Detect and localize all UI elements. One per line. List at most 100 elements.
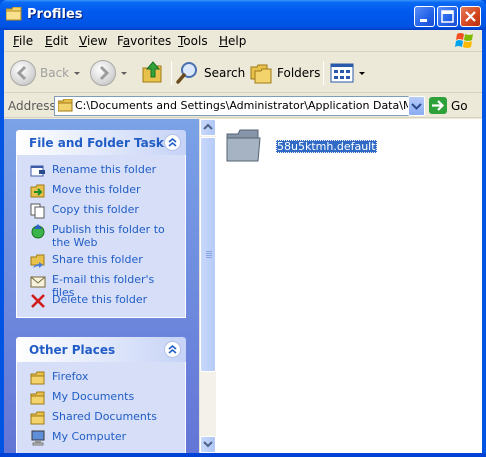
place-label: Firefox (52, 370, 89, 383)
back-label: Back (40, 66, 70, 80)
go-button[interactable]: Go (429, 97, 468, 114)
forward-dropdown-icon[interactable] (121, 71, 127, 75)
group-body: Rename this folder Move this folder Copy… (16, 155, 186, 318)
scroll-thumb[interactable] (200, 137, 216, 372)
place-label: My Documents (52, 390, 135, 403)
folder-icon (226, 129, 261, 162)
close-icon (465, 11, 476, 22)
chevron-down-icon (411, 103, 422, 110)
file-list-view[interactable]: 58u5ktmh.default (216, 119, 482, 453)
place-label: My Computer (52, 430, 127, 443)
group-header[interactable]: File and Folder Tasks (16, 130, 186, 155)
menu-help[interactable]: Help (219, 34, 246, 48)
menu-bar: File Edit View Favorites Tools Help (4, 30, 482, 52)
task-pane: File and Folder Tasks Rename this folder… (4, 119, 199, 453)
go-arrow-icon (429, 97, 447, 114)
menu-file[interactable]: File (13, 34, 33, 48)
search-button[interactable]: Search (176, 59, 245, 87)
folders-label: Folders (277, 66, 321, 80)
back-dropdown-icon[interactable] (74, 71, 81, 75)
menu-tools[interactable]: Tools (178, 34, 208, 48)
task-label: Copy this folder (52, 203, 139, 216)
folder-icon (30, 371, 45, 385)
publish-web-icon (31, 224, 45, 239)
task-delete[interactable]: Delete this folder (17, 291, 185, 311)
email-icon (30, 276, 46, 288)
collapse-button[interactable] (164, 341, 181, 358)
delete-icon (31, 294, 45, 308)
group-title: Other Places (29, 343, 116, 357)
go-label: Go (451, 98, 468, 113)
maximize-button[interactable] (437, 6, 458, 27)
window-title: Profiles (27, 7, 83, 22)
task-label: Rename this folder (52, 163, 157, 176)
task-share[interactable]: Share this folder (17, 251, 185, 271)
place-label: Shared Documents (52, 410, 157, 423)
minimize-icon (420, 19, 427, 22)
chevron-down-icon (203, 441, 213, 448)
address-label: Address (8, 99, 56, 113)
file-folder-tasks-group: File and Folder Tasks Rename this folder… (16, 130, 186, 318)
scroll-down-button[interactable] (200, 436, 216, 453)
folder-icon (58, 99, 73, 112)
scroll-up-button[interactable] (200, 119, 216, 136)
window-client: File Edit View Favorites Tools Help Back… (4, 30, 482, 453)
toolbar-separator (171, 61, 172, 85)
menu-view[interactable]: View (79, 34, 107, 48)
move-icon (30, 184, 45, 198)
address-bar: Address C:\Documents and Settings\Admini… (4, 94, 482, 118)
minimize-button[interactable] (414, 6, 435, 27)
search-label: Search (204, 66, 246, 80)
chevron-up-double-icon (168, 137, 177, 147)
group-header[interactable]: Other Places (16, 337, 186, 362)
views-button[interactable] (330, 59, 365, 87)
folder-icon (30, 411, 45, 425)
menu-edit[interactable]: Edit (45, 34, 68, 48)
main-area: File and Folder Tasks Rename this folder… (4, 119, 482, 453)
close-button[interactable] (460, 6, 481, 27)
window-frame: File Edit View Favorites Tools Help Back… (0, 30, 486, 457)
task-move[interactable]: Move this folder (17, 181, 185, 201)
back-arrow-icon (10, 60, 36, 86)
group-body: Firefox My Documents Shared Documents My… (16, 362, 186, 453)
folder-icon (6, 7, 22, 21)
task-label: Delete this folder (52, 293, 148, 306)
folders-icon (250, 64, 272, 84)
task-label: Move this folder (52, 183, 141, 196)
search-icon (176, 62, 197, 84)
task-email[interactable]: E-mail this folder's files (17, 271, 185, 299)
address-input[interactable]: C:\Documents and Settings\Administrator\… (54, 96, 424, 116)
computer-icon (31, 430, 45, 446)
place-shared-documents[interactable]: Shared Documents (17, 408, 185, 428)
menu-favorites[interactable]: Favorites (117, 34, 171, 48)
task-rename[interactable]: Rename this folder (17, 161, 185, 181)
chevron-up-double-icon (168, 344, 177, 354)
copy-icon (30, 203, 45, 219)
toolbar: Back Search Folders (4, 53, 482, 93)
back-button[interactable]: Back (10, 59, 81, 87)
share-icon (30, 254, 45, 268)
place-my-documents[interactable]: My Documents (17, 388, 185, 408)
forward-button[interactable] (90, 59, 127, 87)
place-firefox[interactable]: Firefox (17, 368, 185, 388)
views-dropdown-icon[interactable] (359, 71, 365, 75)
task-copy[interactable]: Copy this folder (17, 201, 185, 221)
task-publish[interactable]: Publish this folder to the Web (17, 221, 185, 251)
task-pane-scrollbar[interactable] (199, 119, 216, 453)
address-dropdown-button[interactable] (408, 96, 425, 116)
up-folder-icon (142, 61, 162, 83)
folder-icon (30, 391, 45, 405)
window-bottom-border (0, 453, 486, 457)
title-bar[interactable]: Profiles (0, 0, 486, 30)
up-folder-button[interactable] (141, 59, 165, 87)
task-label: Publish this folder to the Web (52, 223, 165, 249)
forward-arrow-icon (90, 60, 116, 86)
task-label: Share this folder (52, 253, 143, 266)
folders-button[interactable]: Folders (249, 59, 320, 87)
place-my-computer[interactable]: My Computer (17, 428, 185, 448)
toolbar-separator (323, 61, 324, 85)
collapse-button[interactable] (164, 134, 181, 151)
group-title: File and Folder Tasks (29, 136, 172, 150)
views-icon (330, 63, 354, 83)
rename-icon (30, 165, 45, 177)
